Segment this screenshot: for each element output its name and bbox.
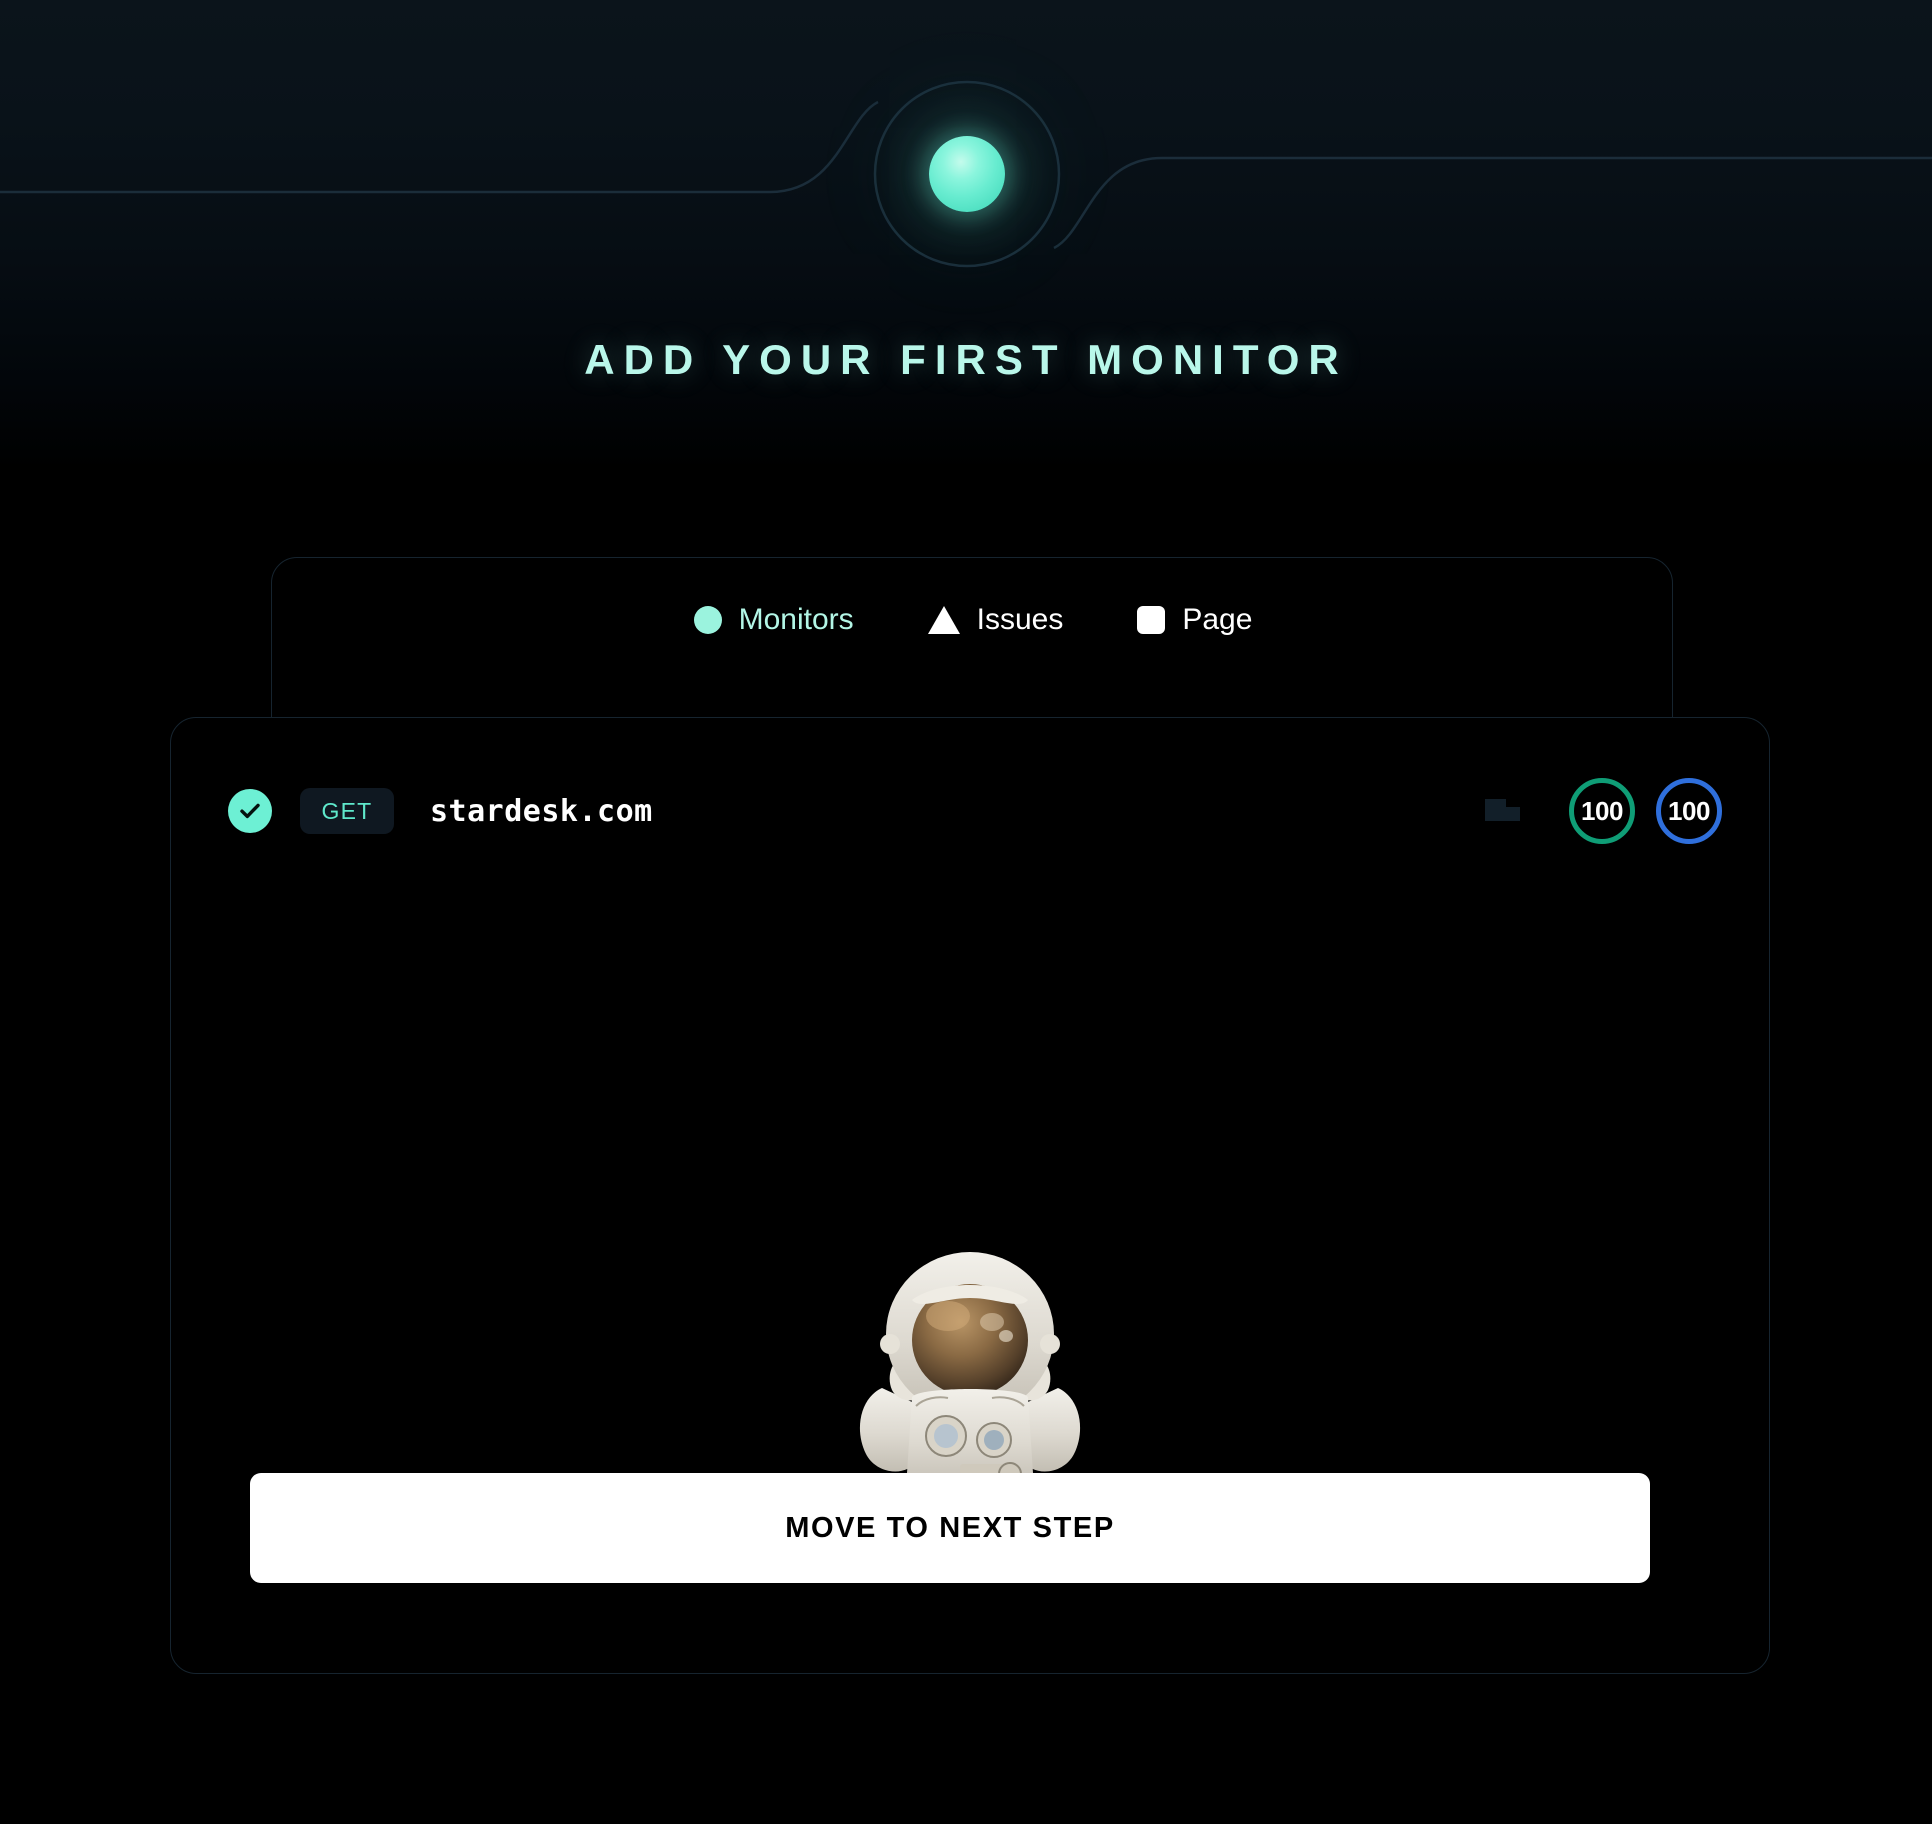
- square-page-icon: [1137, 606, 1166, 634]
- stepper-orb-icon: [929, 136, 1005, 212]
- accessibility-score-badge[interactable]: 100: [1656, 778, 1722, 844]
- bar-chart-icon[interactable]: [1485, 797, 1521, 825]
- page-title: ADD YOUR FIRST MONITOR: [584, 336, 1348, 383]
- triangle-warning-icon: [927, 606, 960, 634]
- circle-dot-icon: [693, 606, 722, 634]
- http-method-badge: GET: [300, 788, 394, 834]
- tab-monitors[interactable]: Monitors: [690, 599, 858, 641]
- tab-page-label: Page: [1182, 603, 1253, 636]
- astronaut-thumbs-up-illustration: [820, 1248, 1120, 1488]
- monitor-url: stardesk.com: [430, 793, 653, 829]
- tab-bar: Monitors Issues Page: [272, 558, 1674, 682]
- move-to-next-step-button[interactable]: MOVE TO NEXT STEP: [250, 1473, 1650, 1583]
- tab-monitors-label: Monitors: [738, 603, 854, 636]
- tab-page[interactable]: Page: [1133, 599, 1256, 641]
- monitor-row[interactable]: GET stardesk.com 100 100: [171, 718, 1769, 904]
- monitor-card: GET stardesk.com 100 100 MOVE TO NEXT ST…: [170, 717, 1770, 1674]
- tab-issues-label: Issues: [976, 603, 1064, 636]
- performance-score-badge[interactable]: 100: [1569, 778, 1635, 844]
- tab-issues[interactable]: Issues: [924, 599, 1068, 641]
- check-circle-icon: [228, 789, 272, 833]
